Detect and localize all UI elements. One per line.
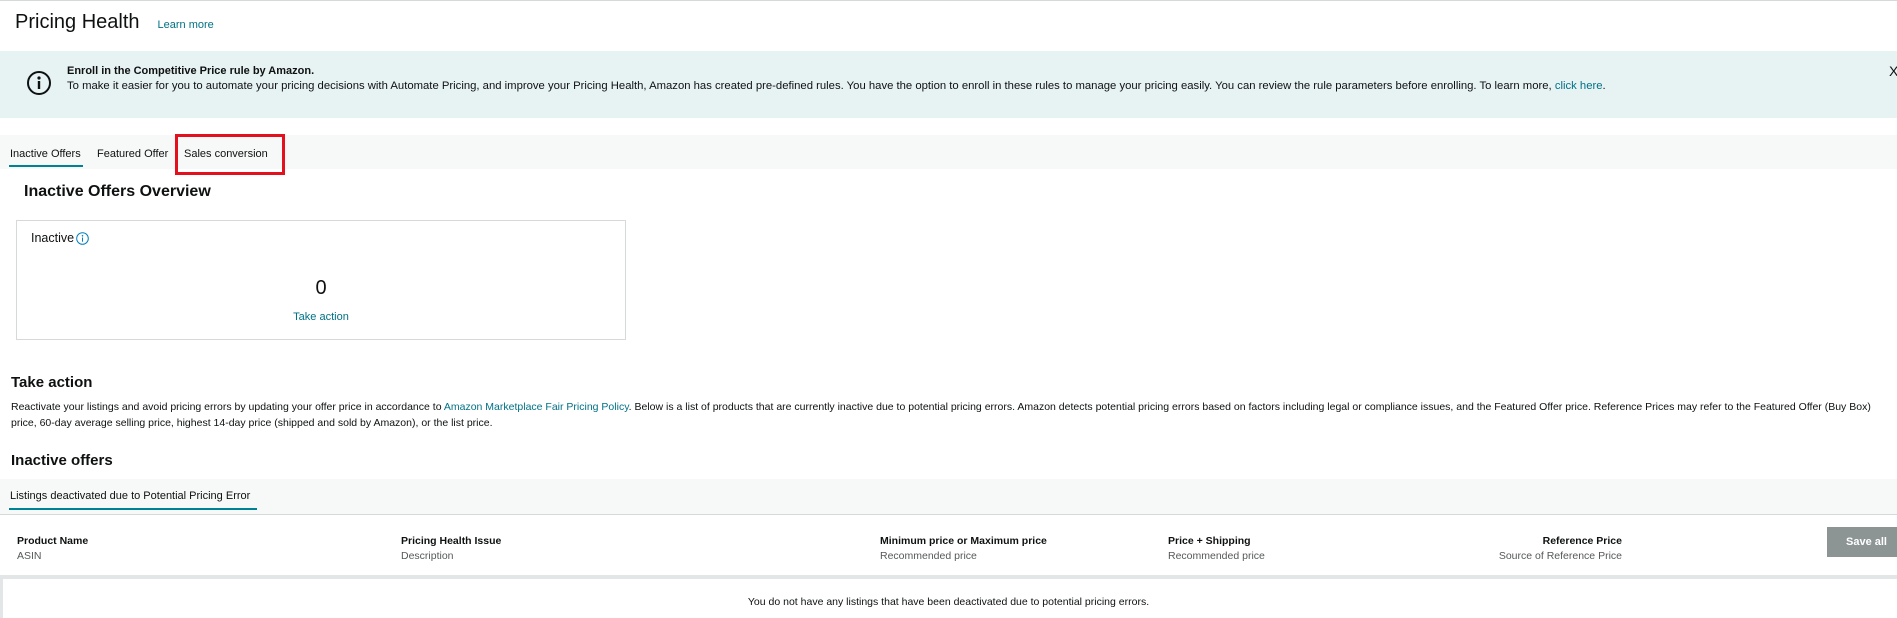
learn-more-link[interactable]: Learn more [158,19,214,31]
table-divider [0,514,1897,515]
active-subtab-indicator [9,508,257,510]
column-header-price-shipping[interactable]: Price + Shipping [1168,535,1251,547]
table-header-bottom [0,575,1897,579]
banner-body: To make it easier for you to automate yo… [67,80,1555,92]
column-header-reference-price[interactable]: Reference Price [1497,535,1622,547]
fair-pricing-policy-link[interactable]: Amazon Marketplace Fair Pricing Policy [444,401,629,413]
column-header-pricing-health-issue[interactable]: Pricing Health Issue [401,535,501,547]
take-action-description: Reactivate your listings and avoid prici… [11,400,1891,431]
column-sub-asin: ASIN [17,550,42,562]
info-circle-icon [27,71,51,95]
take-action-text-before: Reactivate your listings and avoid prici… [11,401,444,413]
banner-click-here-link[interactable]: click here [1555,80,1603,92]
inactive-card: Inactive 0 Take action [16,220,626,340]
take-action-link[interactable]: Take action [17,311,625,323]
save-all-button[interactable]: Save all [1827,527,1897,557]
tab-featured-offer[interactable]: Featured Offer [97,148,168,160]
column-sub-recommended-price: Recommended price [880,550,977,562]
inactive-count: 0 [315,277,327,299]
column-header-min-max-price[interactable]: Minimum price or Maximum price [880,535,1047,547]
inactive-offers-title: Inactive offers [11,452,113,469]
inactive-label-text: Inactive [31,231,75,245]
active-tab-indicator [9,165,83,167]
tab-inactive-offers[interactable]: Inactive Offers [10,148,81,160]
column-sub-description: Description [401,550,454,562]
banner-period: . [1602,80,1606,92]
column-sub-reference-source: Source of Reference Price [1498,550,1622,562]
highlight-box [175,134,285,175]
take-action-title: Take action [11,374,93,391]
tab-deactivated-listings[interactable]: Listings deactivated due to Potential Pr… [10,490,250,502]
page-header: Pricing Health Learn more [15,11,214,34]
subtab-bar [0,479,1897,515]
banner-title: Enroll in the Competitive Price rule by … [67,65,315,77]
empty-state-message: You do not have any listings that have b… [747,596,1150,608]
top-border [0,0,1897,1]
column-sub-recommended-price-2: Recommended price [1168,550,1265,562]
page-title: Pricing Health [15,11,140,33]
overview-title: Inactive Offers Overview [24,183,211,200]
close-icon[interactable]: X [1889,63,1897,79]
inactive-card-label: Inactive [31,231,89,245]
banner-text: To make it easier for you to automate yo… [67,80,1606,92]
column-header-product-name[interactable]: Product Name [17,535,88,547]
info-icon[interactable] [76,231,89,245]
